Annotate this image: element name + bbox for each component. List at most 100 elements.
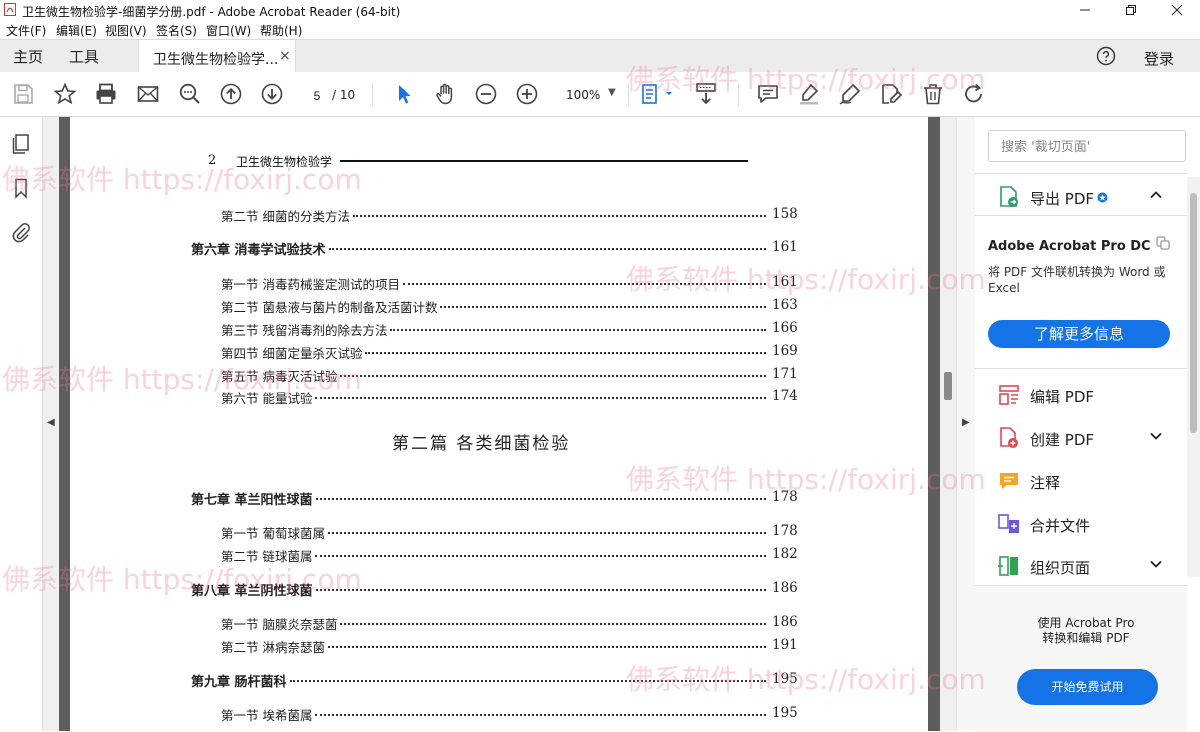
menu-edit[interactable]: 编辑(E) [56,22,97,39]
toc-entry-page: 169 [772,343,798,359]
menu-help[interactable]: 帮助(H) [260,22,302,39]
fill-sign-button[interactable] [879,82,903,106]
minimize-icon [1080,9,1090,11]
document-scrollbar[interactable] [940,117,956,731]
create-pdf-icon [1000,427,1018,448]
tool-create-pdf[interactable]: 创建 PDF [975,420,1187,456]
attachment-icon[interactable] [10,221,32,243]
menu-view[interactable]: 视图(V) [105,22,147,39]
left-panel-toggle[interactable]: ◀ [43,117,59,731]
toc-entry-label: 第三节 残留消毒剂的除去方法 [221,323,388,338]
login-button[interactable]: 登录 [1144,48,1174,69]
page-fit-button[interactable] [640,82,674,106]
scrollbar-thumb[interactable] [1190,193,1197,433]
tool-comment[interactable]: 注释 [975,463,1187,499]
toc-entry-page: 178 [772,523,798,539]
zoom-in-button[interactable] [515,82,539,106]
tab-home[interactable]: 主页 [13,46,43,67]
tool-organize-pages[interactable]: 组织页面 [975,548,1187,584]
acrobat-app-icon [4,3,16,16]
chevron-right-icon: ▶ [962,417,970,428]
save-button[interactable] [11,82,35,106]
toc-entry: 第一节 埃希菌属 195 [70,704,928,724]
toc-entry-label: 第一节 消毒药械鉴定测试的项目 [221,277,400,292]
toc-entry-label: 第六节 能量试验 [221,391,313,406]
rotate-icon [965,83,982,103]
tool-edit-pdf[interactable]: 编辑 PDF [975,377,1187,413]
toc-entry-page: 186 [772,614,798,630]
prev-page-button[interactable] [219,82,243,106]
menu-sign[interactable]: 签名(S) [156,22,197,39]
scroll-mode-button[interactable] [694,82,718,106]
fill-sign-icon [882,84,903,104]
page-number-input[interactable] [300,86,334,106]
minimize-button[interactable] [1062,0,1108,20]
close-icon [1171,4,1183,16]
tool-search-input[interactable] [999,137,1183,157]
export-pdf-header[interactable]: 导出 PDF [975,179,1187,215]
right-panel-toggle[interactable]: ▶ [956,117,975,731]
copy-icon[interactable] [1155,235,1171,251]
toc-leader-dots [315,397,766,399]
learn-more-button[interactable]: 了解更多信息 [988,320,1170,348]
upgrade-box: 使用 Acrobat Pro 转换和编辑 PDF 开始免费试用 [975,585,1187,732]
close-window-button[interactable] [1154,0,1200,20]
zoom-out-button[interactable] [474,82,498,106]
toc-entry-page: 186 [772,580,798,596]
draw-button[interactable] [838,82,862,106]
tab-bar: 主页 工具 卫生微生物检验学... × 登录 [0,39,1200,73]
trash-icon [924,84,942,105]
restore-icon [1126,5,1136,15]
highlight-button[interactable] [797,82,821,106]
menu-window[interactable]: 窗口(W) [206,22,251,39]
page-thumbnails-icon[interactable] [10,133,32,155]
email-button[interactable] [136,82,160,106]
next-page-button[interactable] [260,82,284,106]
toc-entry: 第五节 病毒灭活试验 171 [70,365,928,385]
menu-bar: 文件(F) 编辑(E) 视图(V) 签名(S) 窗口(W) 帮助(H) [0,20,1200,39]
start-free-trial-button[interactable]: 开始免费试用 [1017,669,1158,705]
tool-combine-files[interactable]: 合并文件 [975,506,1187,542]
upgrade-text-line-1: 使用 Acrobat Pro [1037,616,1135,630]
scrollbar-thumb[interactable] [944,372,952,400]
bookmark-star-button[interactable] [53,82,77,106]
print-icon [96,83,116,104]
pdf-page[interactable]: 2 卫生微生物检验学 第二节 细菌的分类方法 158 第六章 消毒学试验技术 161 第… [70,117,928,731]
toc-entry-label: 第二节 淋病奈瑟菌 [221,640,325,655]
toc-entry: 第四节 细菌定量杀灭试验 169 [70,342,928,362]
toc-entry-page: 161 [772,274,798,290]
tool-search-box[interactable] [988,130,1186,162]
help-icon[interactable] [1096,46,1116,66]
print-button[interactable] [94,82,118,106]
find-button[interactable] [178,82,202,106]
toc-entry-page: 158 [772,206,798,222]
zoom-dropdown[interactable]: 100% ▼ [558,84,624,106]
tab-tools[interactable]: 工具 [69,46,99,67]
highlighter-icon [800,83,819,105]
plus-circle-icon [516,83,538,105]
restore-button[interactable] [1108,0,1154,20]
menu-file[interactable]: 文件(F) [6,22,46,39]
tools-pane-scrollbar[interactable] [1187,177,1200,577]
toolbar-divider [372,84,373,106]
organize-pages-icon [998,556,1018,576]
toc-entry-label: 第一节 脑膜炎奈瑟菌 [221,617,338,632]
toc-entry-page: 195 [772,705,798,721]
close-tab-icon[interactable]: × [279,48,291,64]
header-rule [340,160,748,162]
toc-entry-page: 195 [772,671,798,687]
select-tool-button[interactable] [392,82,416,106]
hand-tool-button[interactable] [433,82,457,106]
envelope-icon [137,86,159,102]
chevron-up-icon [1150,191,1162,199]
delete-button[interactable] [921,82,945,106]
bookmark-icon[interactable] [10,177,32,199]
page-header-title: 卫生微生物检验学 [236,155,333,169]
tab-document[interactable]: 卫生微生物检验学... × [138,40,296,73]
tool-name: 组织页面 [1030,559,1091,577]
window-title: 卫生微生物检验学-细菌学分册.pdf - Adobe Acrobat Reade… [22,5,401,19]
search-icon [179,83,200,104]
tool-name: 注释 [1030,474,1061,492]
rotate-button[interactable] [962,82,986,106]
comment-button[interactable] [756,82,780,106]
